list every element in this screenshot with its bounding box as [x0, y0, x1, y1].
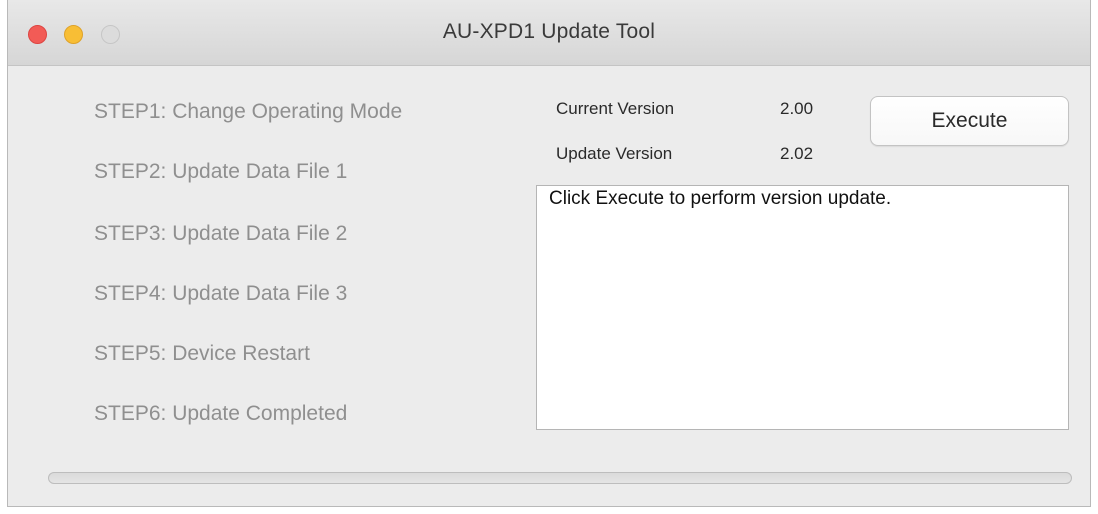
current-version-value: 2.00 [780, 99, 814, 118]
step-1-label: STEP1: Change Operating Mode [94, 100, 403, 123]
step-6-label: STEP6: Update Completed [94, 402, 348, 425]
title-bar[interactable]: AU-XPD1 Update Tool [8, 0, 1090, 66]
step-2-label: STEP2: Update Data File 1 [94, 160, 348, 183]
current-version-label: Current Version [556, 99, 675, 118]
log-message: Click Execute to perform version update. [549, 188, 892, 209]
update-tool-window: AU-XPD1 Update Tool STEP1: Change Operat… [7, 0, 1091, 507]
step-4-label: STEP4: Update Data File 3 [94, 282, 348, 305]
window-title: AU-XPD1 Update Tool [442, 20, 656, 43]
execute-button[interactable]: Execute [870, 96, 1069, 146]
log-textarea[interactable]: Click Execute to perform version update. [536, 185, 1069, 430]
step-3-label: STEP3: Update Data File 2 [94, 222, 348, 245]
update-version-value: 2.02 [780, 144, 814, 163]
step-5-label: STEP5: Device Restart [94, 342, 310, 365]
update-version-label: Update Version [556, 144, 673, 163]
progress-bar [48, 472, 1072, 484]
